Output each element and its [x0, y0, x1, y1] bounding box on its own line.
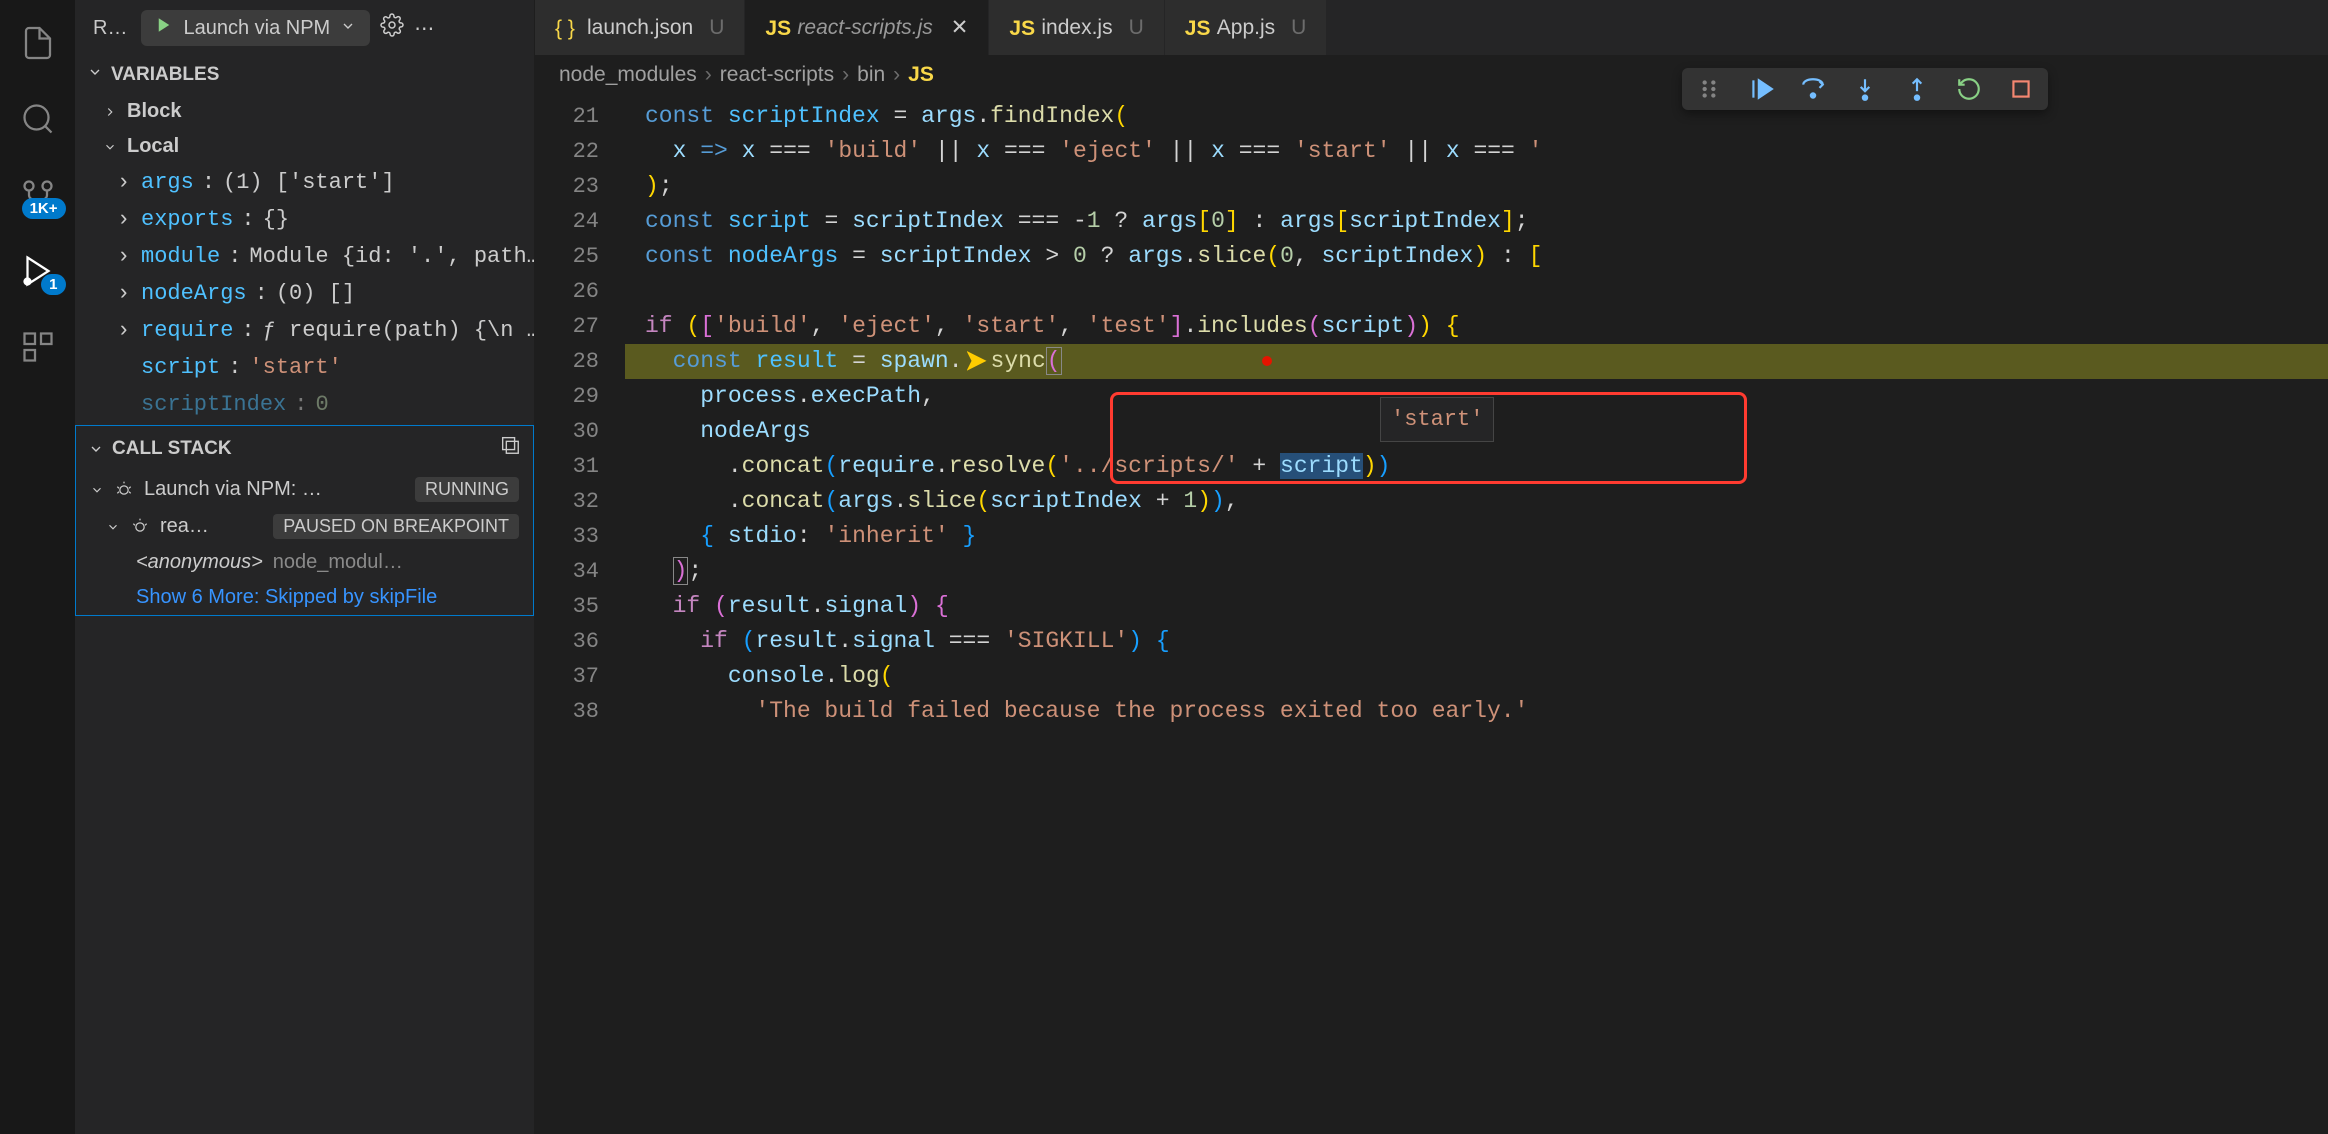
scope-local[interactable]: Local [87, 129, 534, 164]
variable-item[interactable]: › require: ƒ require(path) {\n … [87, 312, 534, 349]
debug-badge: 1 [41, 274, 65, 295]
source-control-icon[interactable]: 1K+ [20, 177, 56, 213]
chevron-down-icon [87, 64, 103, 86]
collapse-all-icon[interactable] [499, 434, 521, 463]
json-file-icon: { } [555, 17, 577, 39]
scm-badge: 1K+ [22, 198, 66, 219]
activity-bar: 1K+ 1 [0, 0, 75, 1134]
js-file-icon: JS [1009, 17, 1031, 39]
more-icon[interactable]: ⋯ [414, 16, 434, 41]
step-into-icon[interactable] [1852, 76, 1878, 102]
variable-item[interactable]: › nodeArgs: (0) [] [87, 275, 534, 312]
tab-app-js[interactable]: JS App.js U [1165, 0, 1328, 55]
breadcrumb-segment[interactable]: react-scripts [720, 63, 834, 87]
continue-icon[interactable] [1748, 76, 1774, 102]
callstack-title: CALL STACK [112, 438, 232, 460]
grip-icon[interactable] [1696, 76, 1722, 102]
extensions-icon[interactable] [20, 329, 56, 365]
bug-icon [114, 480, 134, 500]
scope-local-label: Local [127, 135, 179, 158]
thread-status: RUNNING [415, 477, 519, 502]
variables-header[interactable]: VARIABLES [75, 56, 534, 94]
restart-icon[interactable] [1956, 76, 1982, 102]
editor-area: { } launch.json U JS react-scripts.js ✕ … [535, 0, 2328, 1134]
breakpoint-dot-icon[interactable] [1262, 356, 1272, 366]
js-file-icon: JS [908, 63, 934, 87]
variable-item[interactable]: › module: Module {id: '.', path… [87, 238, 534, 275]
callstack-header[interactable]: CALL STACK [76, 426, 533, 471]
debug-sidebar: R… Launch via NPM ⋯ VARIABLES Block [75, 0, 535, 1134]
close-icon[interactable]: ✕ [951, 15, 969, 40]
breadcrumb-segment[interactable]: node_modules [559, 63, 697, 87]
tab-react-scripts[interactable]: JS react-scripts.js ✕ [745, 0, 989, 55]
tab-launch-json[interactable]: { } launch.json U [535, 0, 745, 55]
bug-icon [130, 517, 150, 537]
code-editor[interactable]: 212223 242526 272829 303132 333435 36373… [535, 95, 2328, 1134]
run-debug-icon[interactable]: 1 [20, 253, 56, 289]
variables-title: VARIABLES [111, 64, 219, 86]
search-icon[interactable] [20, 101, 56, 137]
thread-name: rea… [160, 515, 209, 538]
tab-index-js[interactable]: JS index.js U [989, 0, 1164, 55]
breadcrumb-segment[interactable]: bin [857, 63, 885, 87]
code-content[interactable]: const scriptIndex = args.findIndex( x =>… [625, 95, 2328, 1134]
debug-floating-toolbar[interactable] [1682, 68, 2048, 110]
callstack-section: CALL STACK Launch via NPM: … RUNNING rea… [75, 425, 534, 616]
thread-status: PAUSED ON BREAKPOINT [273, 514, 519, 539]
debug-config-toolbar: R… Launch via NPM ⋯ [75, 0, 534, 56]
chevron-down-icon [340, 17, 356, 40]
editor-tabs: { } launch.json U JS react-scripts.js ✕ … [535, 0, 2328, 55]
gear-icon[interactable] [380, 13, 404, 43]
variable-item[interactable]: › args: (1) ['start'] [87, 164, 534, 201]
scope-block-label: Block [127, 100, 181, 123]
callstack-thread[interactable]: Launch via NPM: … RUNNING [76, 471, 533, 508]
inline-breakpoint-icon[interactable] [967, 351, 987, 371]
step-out-icon[interactable] [1904, 76, 1930, 102]
line-numbers: 212223 242526 272829 303132 333435 36373… [535, 95, 625, 729]
chevron-right-icon: › [705, 63, 712, 87]
breadcrumbs[interactable]: node_modules › react-scripts › bin › JS [535, 55, 2328, 95]
thread-name: Launch via NPM: … [144, 478, 322, 501]
launch-config-selector[interactable]: Launch via NPM [141, 10, 370, 46]
explorer-icon[interactable] [20, 25, 56, 61]
step-over-icon[interactable] [1800, 76, 1826, 102]
frame-function: <anonymous> [136, 551, 263, 574]
show-more-frames[interactable]: Show 6 More: Skipped by skipFile [76, 580, 533, 615]
frame-location: node_modul… [273, 551, 403, 574]
debug-config-label: R… [89, 17, 131, 40]
chevron-right-icon: › [893, 63, 900, 87]
chevron-right-icon: › [842, 63, 849, 87]
play-icon [155, 16, 173, 40]
js-file-icon: JS [765, 17, 787, 39]
variables-section: VARIABLES Block Local › args: (1) ['star… [75, 56, 534, 423]
stop-icon[interactable] [2008, 76, 2034, 102]
variable-item[interactable]: scriptIndex: 0 [87, 386, 534, 423]
debug-hover-value: 'start' [1380, 397, 1494, 442]
stack-frame[interactable]: <anonymous> node_modul… [76, 545, 533, 580]
js-file-icon: JS [1185, 17, 1207, 39]
callstack-thread[interactable]: rea… PAUSED ON BREAKPOINT [76, 508, 533, 545]
variable-item[interactable]: › exports: {} [87, 201, 534, 238]
scope-block[interactable]: Block [87, 94, 534, 129]
launch-config-name: Launch via NPM [183, 17, 330, 40]
variable-item[interactable]: script: 'start' [87, 349, 534, 386]
